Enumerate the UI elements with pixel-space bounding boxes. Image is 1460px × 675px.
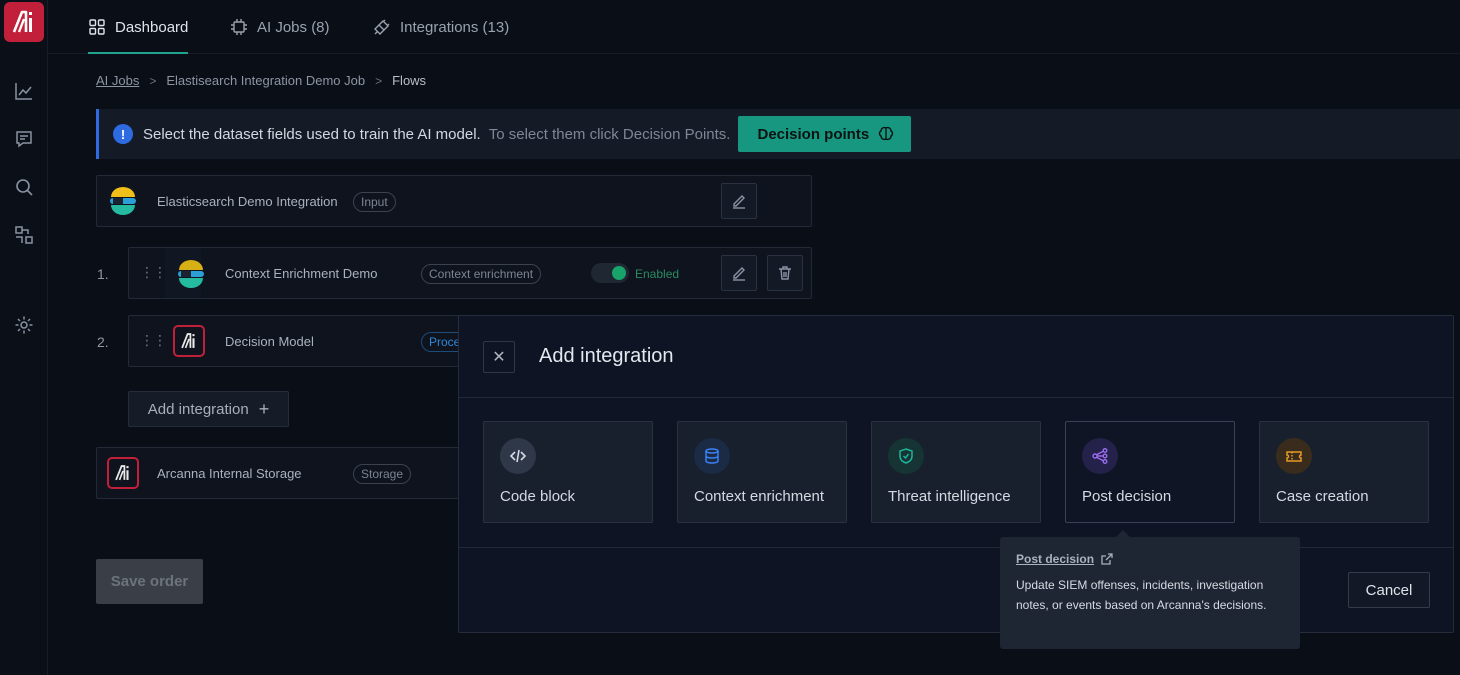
option-label: Post decision [1082,488,1172,505]
gear-icon[interactable] [14,315,34,335]
input-tag: Input [353,192,396,212]
enabled-status: Enabled [635,267,680,281]
storage-tag: Storage [353,464,412,484]
enabled-toggle[interactable] [591,263,629,283]
option-label: Context enrichment [694,488,825,505]
arcanna-logo-icon [107,457,139,489]
input-title: Elasticsearch Demo Integration [157,194,338,209]
tab-label: Integrations (13) [400,18,510,36]
chart-icon[interactable] [14,81,34,101]
option-context-enrichment[interactable]: Context enrichment [677,421,847,523]
option-label: Threat intelligence [888,488,1011,505]
elasticsearch-icon [107,185,139,222]
option-label: Case creation [1276,488,1369,505]
step-title: Decision Model [225,334,314,349]
flow-icon[interactable] [14,225,34,245]
post-decision-tooltip: Post decision Update SIEM offenses, inci… [1000,530,1300,649]
brain-icon [878,126,894,141]
modal-title: Add integration [539,345,674,367]
tab-label: Dashboard [115,18,189,36]
breadcrumb-current: Flows [392,73,427,88]
breadcrumb: AI Jobs > Elastisearch Integration Demo … [96,73,426,88]
left-rail [0,0,48,675]
tab-ai-jobs[interactable]: AI Jobs (8) [230,0,330,54]
ticket-icon [1276,438,1312,474]
tab-label: AI Jobs (8) [257,18,330,36]
top-nav: Dashboard AI Jobs (8) Integrations (13) [48,0,1460,54]
chat-icon[interactable] [14,129,34,149]
banner-secondary-text: To select them click Decision Points. [488,125,731,143]
step-title: Context Enrichment Demo [225,266,378,281]
tooltip-title-link[interactable]: Post decision [1016,552,1284,566]
pencil-icon [733,267,745,281]
input-integration-card: Elasticsearch Demo Integration Input [96,175,812,227]
option-label: Code block [500,488,576,505]
modal-footer-divider [459,547,1453,548]
pencil-icon [733,195,745,209]
tooltip-body: Update SIEM offenses, incidents, investi… [1016,578,1267,612]
chip-icon [231,19,247,35]
save-order-button[interactable]: Save order [96,559,203,604]
step-number: 2. [97,334,109,350]
delete-step-button[interactable] [767,255,803,291]
storage-card: Arcanna Internal Storage Storage [96,447,468,499]
option-case-creation[interactable]: Case creation [1259,421,1429,523]
grid-icon [89,19,105,35]
drag-handle-icon[interactable]: ⋮⋮ [140,332,167,349]
info-banner: ! Select the dataset fields used to trai… [96,109,1460,159]
close-icon[interactable]: ✕ [483,341,515,373]
tab-dashboard[interactable]: Dashboard [88,0,189,54]
storage-title: Arcanna Internal Storage [157,466,302,481]
edit-input-button[interactable] [721,183,757,219]
edit-step-button[interactable] [721,255,757,291]
add-integration-label: Add integration [147,400,249,418]
option-post-decision[interactable]: Post decision [1065,421,1235,523]
tab-integrations[interactable]: Integrations (13) [373,0,509,54]
cancel-button[interactable]: Cancel [1348,572,1430,608]
decision-points-button[interactable]: Decision points [738,116,912,152]
code-icon [500,438,536,474]
breadcrumb-separator: > [149,73,157,88]
step-card-decision-model: ⋮⋮ Decision Model Proce [128,315,468,367]
trash-icon [779,266,791,280]
search-icon[interactable] [14,177,34,197]
step-card-context-enrichment: ⋮⋮ Context Enrichment Demo Context enric… [128,247,812,299]
option-threat-intelligence[interactable]: Threat intelligence [871,421,1041,523]
breadcrumb-ai-jobs[interactable]: AI Jobs [96,73,139,88]
info-icon: ! [113,124,133,144]
drag-handle-icon[interactable]: ⋮⋮ [140,264,167,281]
plus-icon: + [258,398,270,419]
elasticsearch-icon [175,258,207,295]
database-icon [694,438,730,474]
shield-icon [888,438,924,474]
plug-icon [374,19,390,35]
app-logo[interactable] [4,2,44,42]
external-link-icon [1101,553,1113,565]
arcanna-logo-icon [173,325,205,357]
logo-icon [12,10,32,33]
step-tag: Context enrichment [421,264,542,284]
modal-header: ✕ Add integration [459,316,1453,398]
banner-primary-text: Select the dataset fields used to train … [143,125,481,143]
breadcrumb-separator: > [375,73,383,88]
step-number: 1. [97,266,109,282]
breadcrumb-job[interactable]: Elastisearch Integration Demo Job [166,73,365,88]
share-nodes-icon [1082,438,1118,474]
add-integration-button[interactable]: Add integration + [128,391,289,427]
option-code-block[interactable]: Code block [483,421,653,523]
add-integration-modal: ✕ Add integration Code block Context enr… [458,315,1454,633]
decision-points-label: Decision points [757,125,870,143]
tooltip-title: Post decision [1016,552,1095,566]
